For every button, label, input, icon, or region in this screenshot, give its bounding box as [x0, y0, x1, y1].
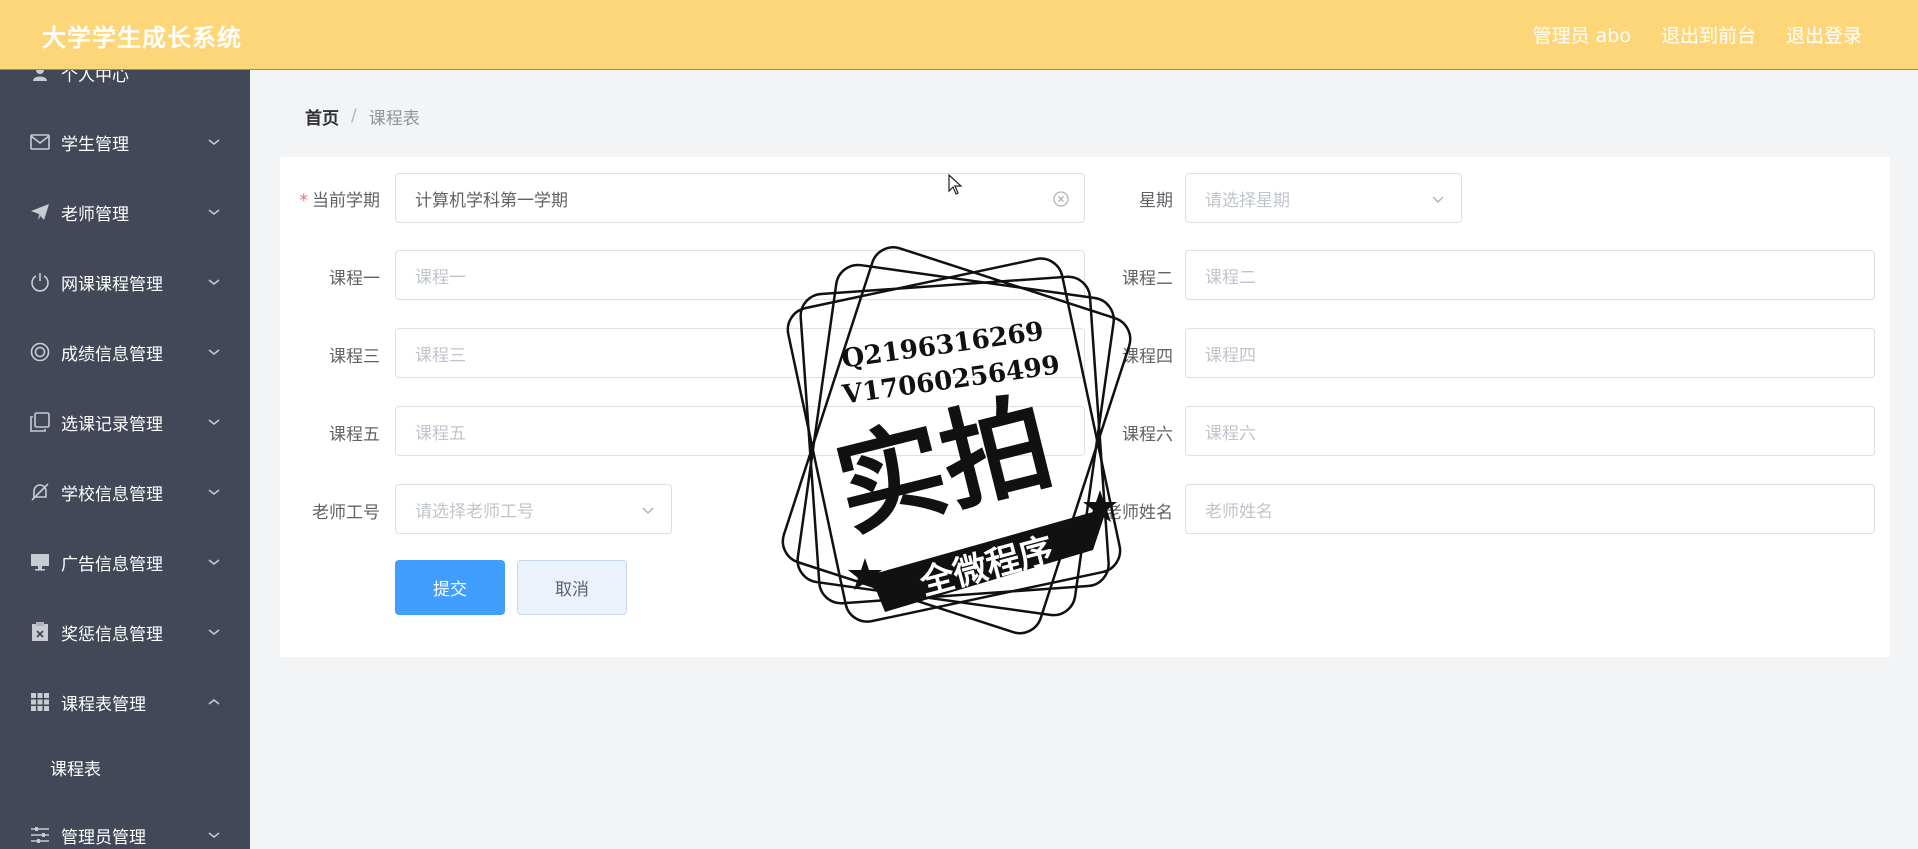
submit-button[interactable]: 提交 — [395, 560, 505, 615]
teacher-id-select[interactable]: 请选择老师工号 — [395, 484, 672, 534]
course4-placeholder: 课程四 — [1205, 345, 1256, 366]
sidebar-item-label: 网课课程管理 — [61, 274, 163, 295]
clear-icon[interactable] — [1052, 190, 1070, 208]
sidebar-item-profile[interactable]: 个人中心 — [0, 70, 250, 102]
send-icon — [29, 201, 51, 223]
sidebar-item-label: 管理员管理 — [61, 827, 146, 848]
breadcrumb-current: 课程表 — [368, 108, 420, 129]
course2-input[interactable]: 课程二 — [1185, 250, 1875, 300]
course1-label: 课程一 — [329, 269, 380, 289]
power-icon — [29, 271, 51, 293]
course6-input[interactable]: 课程六 — [1185, 406, 1875, 456]
course5-placeholder: 课程五 — [415, 423, 466, 444]
logout-link[interactable]: 退出登录 — [1786, 21, 1862, 48]
course4-input[interactable]: 课程四 — [1185, 328, 1875, 378]
watermark-stamp: Q2196316269 V17060256499 实拍 全微程序 — [781, 246, 1132, 635]
sidebar-item-label: 课程表管理 — [61, 694, 146, 715]
copy-icon — [29, 411, 51, 433]
teacher-name-input[interactable]: 老师姓名 — [1185, 484, 1875, 534]
chevron-down-icon — [1432, 196, 1444, 204]
course1-placeholder: 课程一 — [415, 267, 466, 288]
exit-to-frontend-link[interactable]: 退出到前台 — [1661, 21, 1756, 48]
clipboard-x-icon — [29, 621, 51, 643]
sidebar-item-label: 老师管理 — [61, 204, 129, 225]
chevron-down-icon — [208, 489, 220, 495]
app-title: 大学学生成长系统 — [42, 24, 242, 52]
target-icon — [29, 341, 51, 363]
course2-placeholder: 课程二 — [1205, 267, 1256, 288]
chevron-down-icon — [208, 419, 220, 425]
sidebar-item-rewards[interactable]: 奖惩信息管理 — [0, 603, 250, 661]
sidebar-subitem-timetable[interactable]: 课程表 — [0, 742, 250, 792]
mail-icon — [29, 131, 51, 153]
grid-icon — [29, 691, 51, 713]
weekday-placeholder: 请选择星期 — [1205, 190, 1290, 211]
course3-label: 课程三 — [329, 347, 380, 367]
weekday-select[interactable]: 请选择星期 — [1185, 173, 1462, 223]
mouse-cursor-icon — [948, 174, 963, 195]
cancel-button[interactable]: 取消 — [517, 560, 627, 615]
top-header: 大学学生成长系统 管理员 abo 退出到前台 退出登录 — [0, 0, 1918, 70]
breadcrumb-home[interactable]: 首页 — [305, 104, 339, 129]
sidebar-item-course-selection[interactable]: 选课记录管理 — [0, 393, 250, 451]
chevron-down-icon — [642, 507, 654, 515]
chevron-down-icon — [208, 139, 220, 145]
sidebar-item-online-course[interactable]: 网课课程管理 — [0, 253, 250, 311]
breadcrumb-separator: / — [351, 106, 357, 126]
sidebar-item-teacher[interactable]: 老师管理 — [0, 183, 250, 241]
sidebar-item-label: 成绩信息管理 — [61, 344, 163, 365]
admin-user-link[interactable]: 管理员 abo — [1533, 21, 1631, 48]
sidebar-item-label: 选课记录管理 — [61, 414, 163, 435]
sidebar-item-admin[interactable]: 管理员管理 — [0, 806, 250, 849]
chevron-down-icon — [208, 279, 220, 285]
semester-input[interactable]: 计算机学科第一学期 — [395, 173, 1085, 223]
sidebar-item-ads[interactable]: 广告信息管理 — [0, 533, 250, 591]
sidebar-item-label: 学校信息管理 — [61, 484, 163, 505]
breadcrumb: 首页 / 课程表 — [280, 86, 1890, 146]
sidebar: 个人中心 学生管理 老师管理 网课课程管理 成绩信息管理 选课记录管理 学校信息… — [0, 70, 250, 849]
sidebar-item-label: 学生管理 — [61, 134, 129, 155]
sidebar-item-label: 广告信息管理 — [61, 554, 163, 575]
sidebar-item-label: 奖惩信息管理 — [61, 624, 163, 645]
course6-placeholder: 课程六 — [1205, 423, 1256, 444]
header-links: 管理员 abo 退出到前台 退出登录 — [1533, 21, 1862, 48]
chevron-down-icon — [208, 832, 220, 838]
chevron-down-icon — [208, 209, 220, 215]
chevron-up-icon — [208, 699, 220, 705]
course5-label: 课程五 — [329, 425, 380, 445]
weekday-label: 星期 — [1139, 191, 1173, 211]
sliders-icon — [29, 824, 51, 846]
chevron-down-icon — [208, 559, 220, 565]
sidebar-item-student[interactable]: 学生管理 — [0, 113, 250, 171]
user-icon — [29, 70, 51, 84]
bell-off-icon — [29, 481, 51, 503]
teacher-id-label: 老师工号 — [312, 503, 380, 523]
sidebar-item-timetable[interactable]: 课程表管理 — [0, 673, 250, 731]
course3-placeholder: 课程三 — [415, 345, 466, 366]
semester-label: * 当前学期 — [299, 191, 381, 211]
teacher-name-placeholder: 老师姓名 — [1205, 501, 1273, 522]
monitor-icon — [29, 551, 51, 573]
sidebar-item-label: 个人中心 — [61, 70, 129, 86]
chevron-down-icon — [208, 629, 220, 635]
teacher-id-placeholder: 请选择老师工号 — [415, 501, 534, 522]
chevron-down-icon — [208, 349, 220, 355]
semester-value: 计算机学科第一学期 — [415, 190, 568, 211]
sidebar-item-grades[interactable]: 成绩信息管理 — [0, 323, 250, 381]
sidebar-item-school-info[interactable]: 学校信息管理 — [0, 463, 250, 521]
